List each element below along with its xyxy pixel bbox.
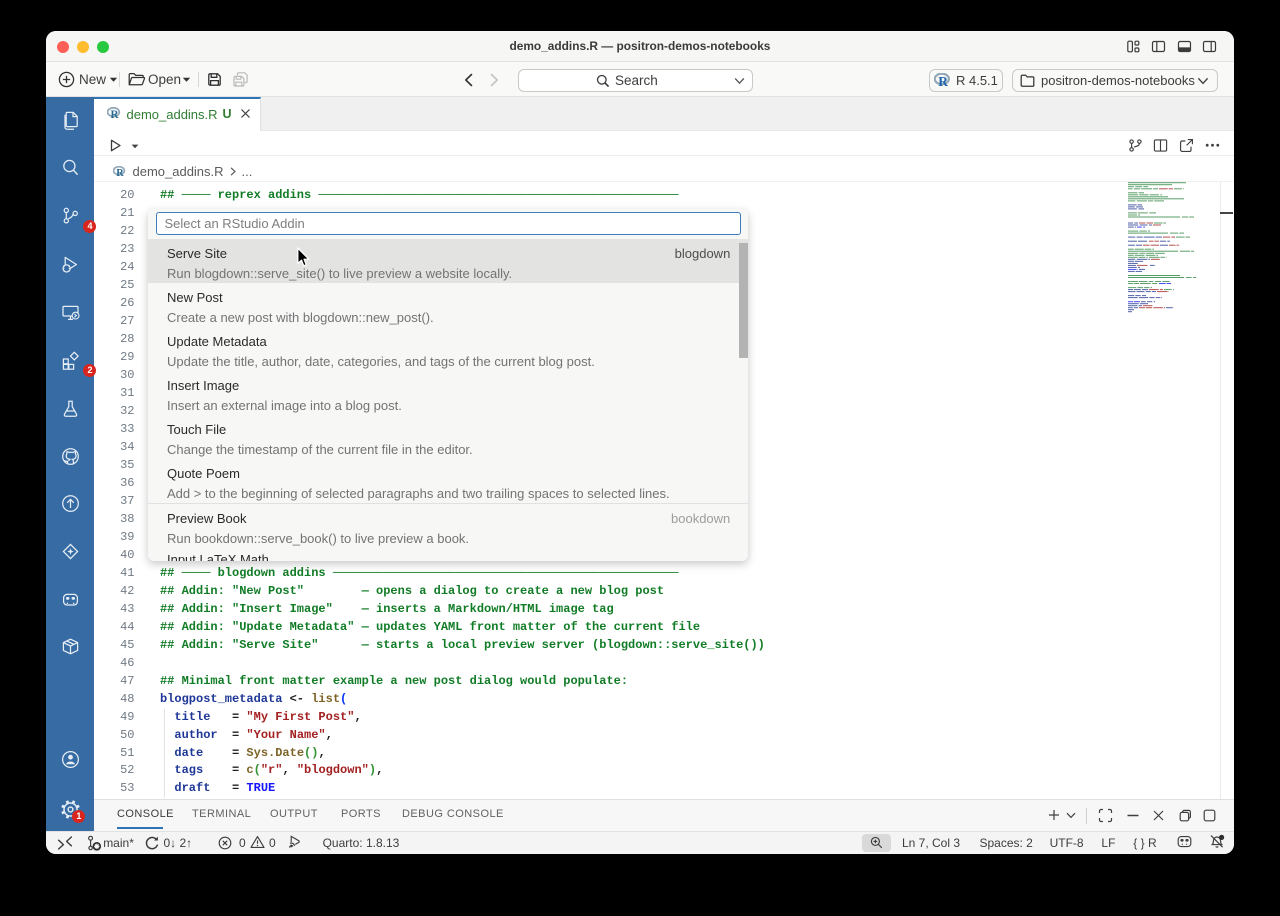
svg-text:R: R [117,168,125,177]
svg-text:R: R [111,109,120,119]
svg-text:R: R [939,74,949,87]
